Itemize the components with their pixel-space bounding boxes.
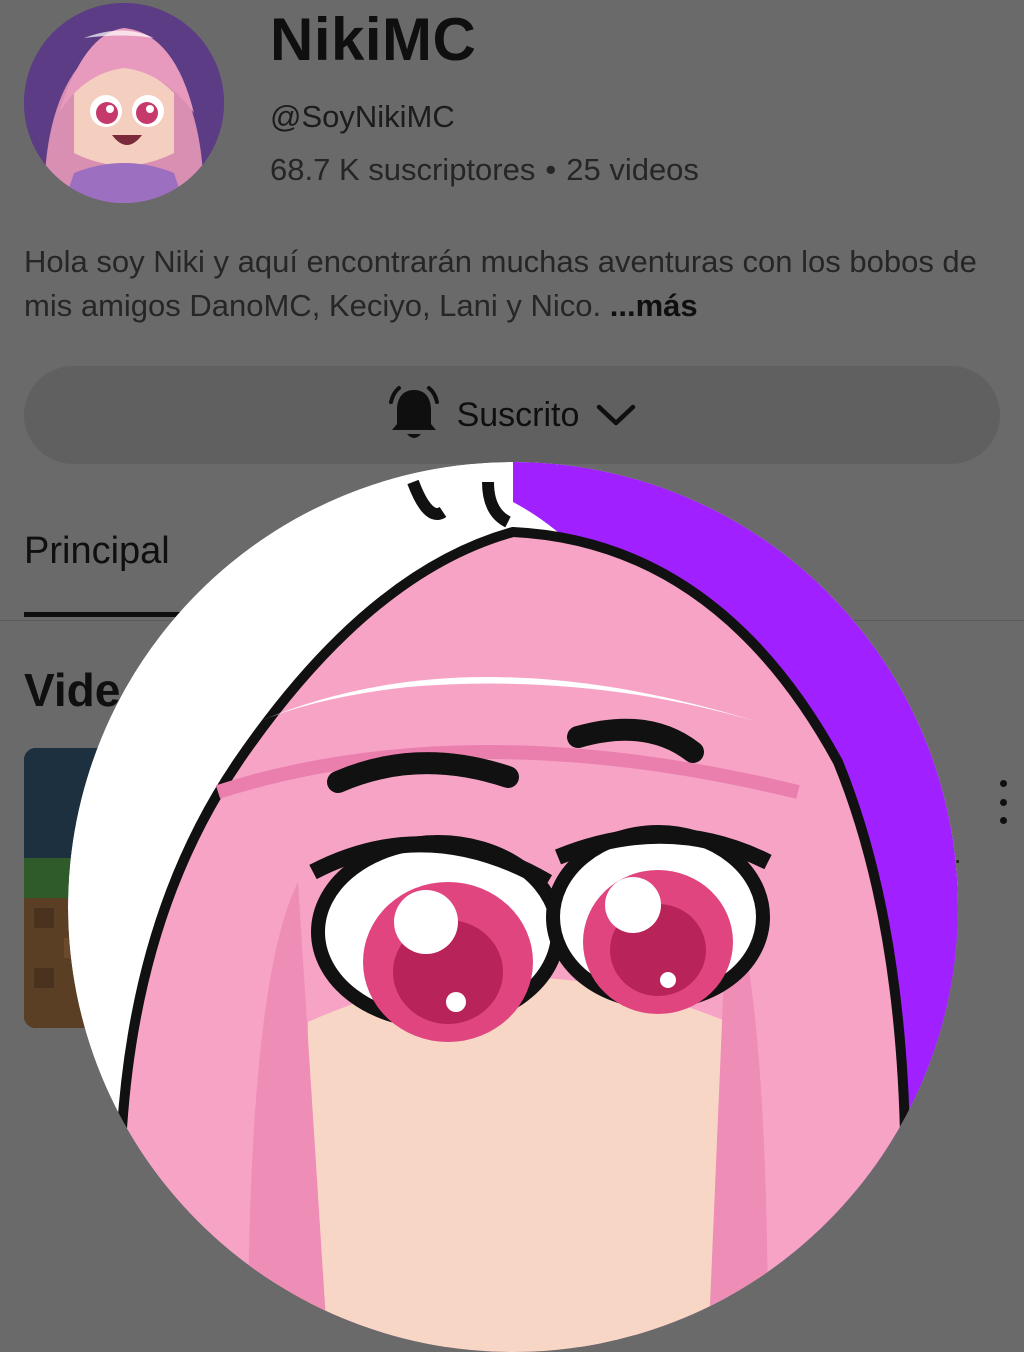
menu-dot xyxy=(999,817,1007,824)
more-vert-icon[interactable] xyxy=(993,780,1013,824)
channel-name: NikiMC xyxy=(270,6,477,73)
avatar-illustration xyxy=(24,3,224,203)
menu-dot xyxy=(999,780,1007,787)
enlarged-avatar[interactable] xyxy=(68,462,958,1352)
enlarged-avatar-illustration xyxy=(68,462,958,1352)
description-text: Hola soy Niki y aquí encontrarán muchas … xyxy=(24,244,977,323)
channel-avatar[interactable] xyxy=(24,3,224,203)
channel-handle: @SoyNikiMC xyxy=(270,99,455,134)
tab-principal[interactable]: Principal xyxy=(24,530,170,573)
subscribed-label: Suscrito xyxy=(456,395,580,434)
chevron-down-icon xyxy=(597,404,636,426)
stats-separator: • xyxy=(545,152,557,187)
videos-section-title: Vide xyxy=(24,664,121,716)
channel-description[interactable]: Hola soy Niki y aquí encontrarán muchas … xyxy=(24,240,984,328)
channel-stats: 68.7 K suscriptores • 25 videos xyxy=(270,151,699,188)
subscriber-count: 68.7 K suscriptores xyxy=(270,152,536,187)
bell-icon xyxy=(388,386,439,438)
more-link[interactable]: ...más xyxy=(610,288,698,323)
video-count: 25 videos xyxy=(566,152,699,187)
menu-dot xyxy=(999,798,1007,806)
subscribed-button[interactable]: Suscrito xyxy=(24,366,1000,464)
